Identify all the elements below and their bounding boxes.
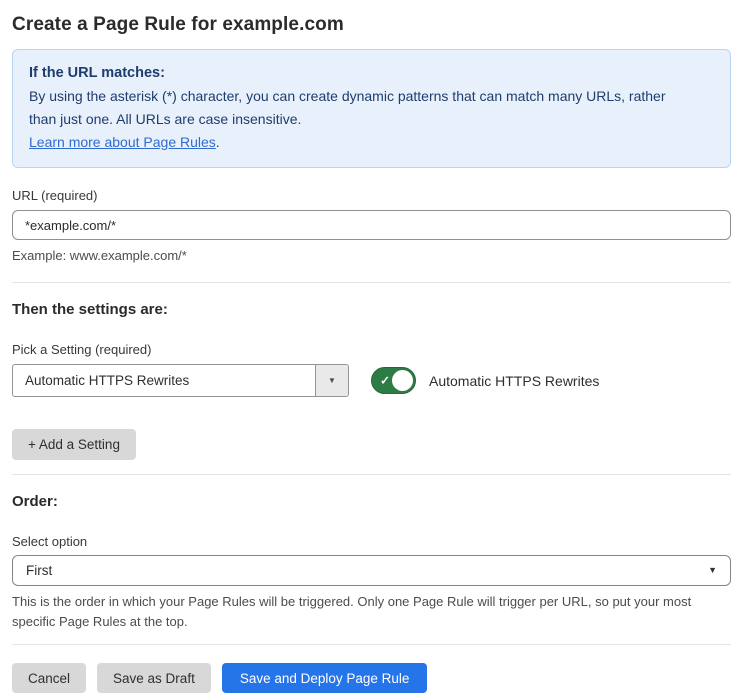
order-select-value: First — [26, 563, 53, 578]
info-box-body: By using the asterisk (*) character, you… — [29, 88, 666, 127]
page-title: Create a Page Rule for example.com — [12, 14, 344, 35]
setting-toggle[interactable]: ✓ — [371, 367, 416, 394]
deploy-button[interactable]: Save and Deploy Page Rule — [221, 663, 428, 693]
toggle-knob — [392, 370, 413, 391]
learn-more-link[interactable]: Learn more about Page Rules — [29, 134, 216, 150]
url-label: URL (required) — [12, 188, 98, 203]
link-period: . — [215, 134, 220, 150]
setting-picker-row: Automatic HTTPS Rewrites ▼ ✓ Automatic H… — [12, 364, 731, 397]
url-matches-info-box: If the URL matches: By using the asteris… — [12, 49, 731, 168]
select-option-label: Select option — [12, 534, 88, 549]
divider — [12, 282, 731, 283]
divider — [12, 474, 731, 475]
add-setting-button[interactable]: + Add a Setting — [12, 429, 136, 460]
chevron-down-icon: ▼ — [708, 565, 717, 575]
setting-select-value: Automatic HTTPS Rewrites — [25, 373, 190, 388]
cancel-button[interactable]: Cancel — [12, 663, 87, 693]
order-heading: Order: — [12, 493, 58, 510]
info-box-link-line: Learn more about Page Rules. — [29, 131, 714, 154]
chevron-down-icon: ▼ — [328, 375, 336, 385]
order-select[interactable]: First ▼ — [12, 555, 731, 586]
pick-setting-label: Pick a Setting (required) — [12, 342, 152, 357]
divider — [12, 644, 731, 645]
order-helper: This is the order in which your Page Rul… — [12, 594, 692, 629]
toggle-label: Automatic HTTPS Rewrites — [429, 372, 600, 389]
info-box-heading: If the URL matches: — [29, 65, 165, 81]
setting-select-caret-button[interactable]: ▼ — [315, 365, 348, 396]
footer-actions: Cancel Save as Draft Save and Deploy Pag… — [12, 663, 731, 693]
check-icon: ✓ — [380, 373, 391, 388]
url-input[interactable] — [12, 210, 731, 240]
save-draft-button[interactable]: Save as Draft — [97, 663, 211, 693]
setting-select[interactable]: Automatic HTTPS Rewrites ▼ — [12, 364, 349, 397]
settings-heading: Then the settings are: — [12, 301, 168, 318]
url-helper: Example: www.example.com/* — [12, 248, 187, 263]
